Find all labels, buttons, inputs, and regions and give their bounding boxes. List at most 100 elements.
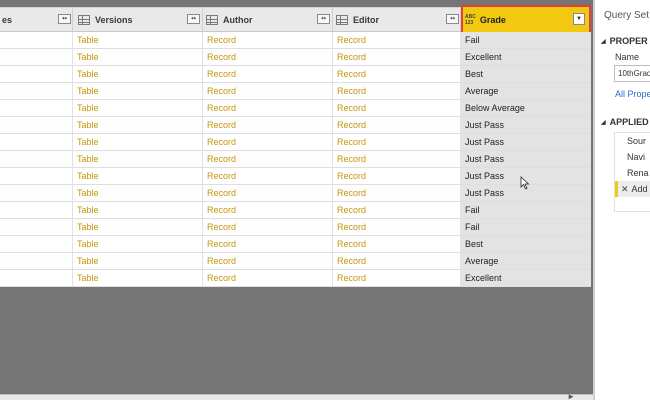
table-row[interactable]: Table Record Record Average [0,83,591,100]
grade-cell: Average [461,253,591,269]
author-cell[interactable]: Record [203,117,333,133]
versions-cell[interactable]: Table [73,83,203,99]
table-row[interactable]: Table Record Record Best [0,236,591,253]
column-header-partial[interactable]: es ↔ [0,8,73,31]
editor-cell[interactable]: Record [333,270,461,286]
editor-cell[interactable]: Record [333,168,461,184]
applied-step-selected[interactable]: ✕ Add [615,181,650,197]
delete-step-icon[interactable]: ✕ [621,184,629,194]
properties-heading: PROPER [609,36,648,46]
editor-cell[interactable]: Record [333,49,461,65]
author-cell[interactable]: Record [203,168,333,184]
applied-steps-section[interactable]: ◢ APPLIED [601,117,649,127]
versions-cell[interactable]: Table [73,100,203,116]
author-cell[interactable]: Record [203,185,333,201]
all-properties-link[interactable]: All Prope [615,89,650,99]
editor-cell[interactable]: Record [333,236,461,252]
author-cell[interactable]: Record [203,253,333,269]
applied-step[interactable]: Sour [615,133,650,149]
grade-cell: Fail [461,32,591,48]
collapse-triangle-icon[interactable]: ◢ [601,119,606,126]
editor-cell[interactable]: Record [333,66,461,82]
column-header-grade[interactable]: ABC 123 Grade ▼ [461,5,591,34]
editor-cell[interactable]: Record [333,117,461,133]
versions-cell[interactable]: Table [73,219,203,235]
table-row[interactable]: Table Record Record Below Average [0,100,591,117]
expand-icon[interactable]: ↔ [317,14,330,24]
table-row[interactable]: Table Record Record Just Pass [0,117,591,134]
editor-cell[interactable]: Record [333,32,461,48]
row-cell-partial [0,151,73,167]
grade-cell: Below Average [461,100,591,116]
expand-icon[interactable]: ↔ [187,14,200,24]
row-cell-partial [0,202,73,218]
versions-cell[interactable]: Table [73,253,203,269]
versions-cell[interactable]: Table [73,117,203,133]
table-row[interactable]: Table Record Record Best [0,66,591,83]
column-header-versions[interactable]: Versions ↔ [73,8,203,31]
author-cell[interactable]: Record [203,236,333,252]
horizontal-scrollbar[interactable]: ► [0,392,593,400]
table-row[interactable]: Table Record Record Just Pass [0,134,591,151]
column-header-label: Versions [95,14,133,25]
author-cell[interactable]: Record [203,100,333,116]
editor-cell[interactable]: Record [333,202,461,218]
editor-cell[interactable]: Record [333,83,461,99]
grade-cell: Average [461,83,591,99]
author-cell[interactable]: Record [203,151,333,167]
editor-cell[interactable]: Record [333,253,461,269]
step-label: Rena [627,168,649,178]
type-any-icon[interactable]: ABC 123 [465,14,476,26]
author-cell[interactable]: Record [203,83,333,99]
query-name-input[interactable]: 10thGrad [614,65,650,82]
type-badge-bottom: 123 [465,19,474,26]
author-cell[interactable]: Record [203,32,333,48]
author-cell[interactable]: Record [203,66,333,82]
properties-section[interactable]: ◢ PROPER [601,36,648,46]
collapse-triangle-icon[interactable]: ◢ [601,38,606,45]
versions-cell[interactable]: Table [73,66,203,82]
table-row[interactable]: Table Record Record Fail [0,202,591,219]
versions-cell[interactable]: Table [73,270,203,286]
table-row[interactable]: Table Record Record Just Pass [0,185,591,202]
editor-cell[interactable]: Record [333,219,461,235]
table-row[interactable]: Table Record Record Just Pass [0,151,591,168]
versions-cell[interactable]: Table [73,236,203,252]
editor-cell[interactable]: Record [333,134,461,150]
column-header-author[interactable]: Author ↔ [203,8,333,31]
scroll-right-icon[interactable]: ► [567,392,575,400]
table-row[interactable]: Table Record Record Fail [0,219,591,236]
versions-cell[interactable]: Table [73,202,203,218]
applied-step[interactable]: Rena [615,165,650,181]
expand-icon[interactable]: ↔ [58,14,71,24]
author-cell[interactable]: Record [203,270,333,286]
author-cell[interactable]: Record [203,202,333,218]
versions-cell[interactable]: Table [73,49,203,65]
versions-cell[interactable]: Table [73,185,203,201]
table-row[interactable]: Table Record Record Fail [0,32,591,49]
column-header-editor[interactable]: Editor ↔ [333,8,461,31]
table-row[interactable]: Table Record Record Just Pass [0,168,591,185]
grid-body: Table Record Record Fail Table Record Record Ex… [0,32,591,287]
editor-cell[interactable]: Record [333,185,461,201]
versions-cell[interactable]: Table [73,168,203,184]
author-cell[interactable]: Record [203,219,333,235]
query-settings-title: Query Set [604,10,650,21]
table-row[interactable]: Table Record Record Excellent [0,49,591,66]
dropdown-icon[interactable]: ▼ [573,13,585,25]
row-cell-partial [0,270,73,286]
editor-cell[interactable]: Record [333,151,461,167]
expand-icon[interactable]: ↔ [446,14,459,24]
versions-cell[interactable]: Table [73,32,203,48]
applied-step[interactable]: Navi [615,149,650,165]
grade-cell: Fail [461,202,591,218]
author-cell[interactable]: Record [203,49,333,65]
row-cell-partial [0,134,73,150]
table-row[interactable]: Table Record Record Average [0,253,591,270]
editor-cell[interactable]: Record [333,100,461,116]
grade-cell: Best [461,236,591,252]
versions-cell[interactable]: Table [73,134,203,150]
versions-cell[interactable]: Table [73,151,203,167]
author-cell[interactable]: Record [203,134,333,150]
table-row[interactable]: Table Record Record Excellent [0,270,591,287]
